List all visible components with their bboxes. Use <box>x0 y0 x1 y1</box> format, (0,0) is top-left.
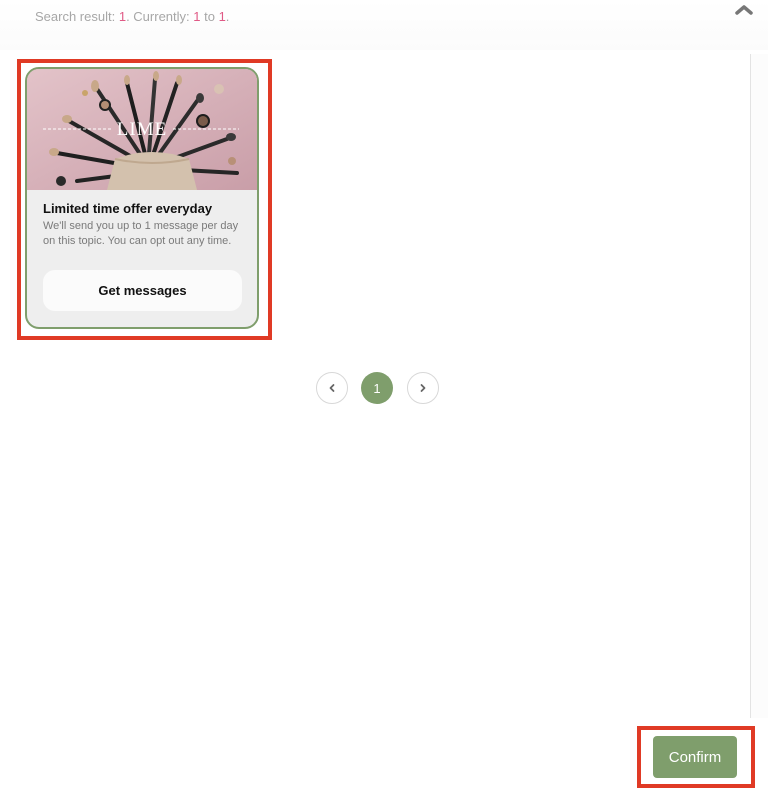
get-messages-button[interactable]: Get messages <box>43 270 242 311</box>
chevron-left-icon <box>329 384 335 392</box>
pagination-prev-button[interactable] <box>316 372 348 404</box>
makeup-brushes-image: LIME <box>27 69 257 190</box>
chevron-up-icon <box>735 5 753 15</box>
range-end: 1 <box>218 9 226 24</box>
top-bar: Search result: 1. Currently: 1 to 1. <box>0 0 768 50</box>
makeup-illustration: LIME <box>27 69 257 190</box>
range-suffix: . <box>225 9 230 24</box>
card-title: Limited time offer everyday <box>43 201 213 216</box>
currently-label: . Currently: <box>126 9 194 24</box>
confirm-button[interactable]: Confirm <box>653 736 737 778</box>
search-result-text: Search result: 1. Currently: 1 to 1. <box>35 9 229 24</box>
pagination-next-button[interactable] <box>407 372 439 404</box>
search-result-prefix: Search result: <box>35 9 119 24</box>
collapse-button[interactable] <box>731 2 757 18</box>
pagination-page-1[interactable]: 1 <box>361 372 393 404</box>
result-count: 1 <box>118 9 127 24</box>
scrollbar-track[interactable] <box>750 54 768 718</box>
brand-logo: LIME <box>117 119 167 140</box>
range-to: to <box>200 9 219 24</box>
subscription-card[interactable]: LIME Limited time offer everyday We'll s… <box>25 67 259 329</box>
chevron-right-icon <box>420 384 426 392</box>
card-description: We'll send you up to 1 message per day o… <box>43 220 239 247</box>
